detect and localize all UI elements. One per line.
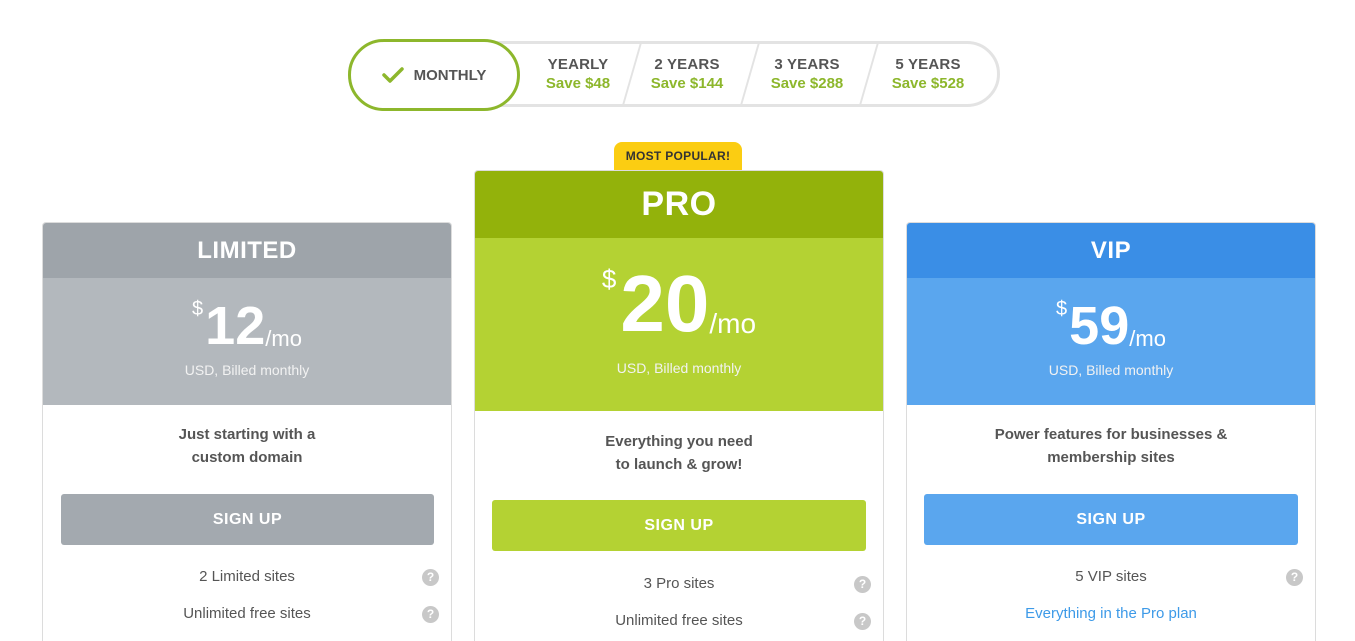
plan-price-panel: $ 59 /mo USD, Billed monthly [907, 278, 1315, 405]
billing-option-monthly[interactable]: MONTHLY [348, 39, 520, 111]
price-amount: 59 [1069, 296, 1130, 356]
price-period: /mo [1129, 326, 1166, 351]
billing-option-savings: Save $288 [770, 75, 844, 92]
help-icon[interactable]: ? [854, 576, 871, 593]
plan-name: VIP [907, 223, 1315, 278]
billing-option-label: YEARLY [547, 56, 609, 73]
price-row: $ 12 /mo [43, 278, 451, 356]
price-amount: 12 [205, 296, 266, 356]
plan-description-line: Just starting with a [178, 426, 316, 443]
feature-label: 2 Limited sites [199, 568, 295, 585]
price-amount: 20 [620, 259, 710, 348]
feature-label: Unlimited free sites [183, 605, 311, 622]
plan-description: Just starting with a custom domain [43, 423, 451, 469]
plan-description: Power features for businesses & membersh… [907, 423, 1315, 469]
plan-description-line: Power features for businesses & [994, 426, 1228, 443]
plan-description-line: custom domain [191, 449, 303, 466]
currency-symbol: $ [192, 298, 204, 320]
billing-option-label: 2 YEARS [654, 56, 720, 73]
billing-option-5-years[interactable]: 5 YEARS Save $528 [870, 44, 986, 104]
plan-name: LIMITED [43, 223, 451, 278]
feature-item: Everything in the Pro plan [907, 605, 1315, 622]
billing-note: USD, Billed monthly [184, 362, 310, 378]
plan-price-panel: $ 20 /mo USD, Billed monthly [475, 238, 883, 411]
plan-card-pro: PRO $ 20 /mo USD, Billed monthly Everyth… [474, 170, 884, 641]
billing-option-savings: Save $144 [650, 75, 724, 92]
feature-label: 3 Pro sites [643, 575, 715, 592]
price-period: /mo [265, 326, 302, 351]
feature-item: 2 Limited sites [43, 568, 451, 585]
price-row: $ 20 /mo [475, 238, 883, 348]
billing-option-label: 3 YEARS [774, 56, 840, 73]
check-icon [381, 67, 404, 83]
plan-card-vip: VIP $ 59 /mo USD, Billed monthly Power f… [906, 222, 1316, 641]
feature-item: Unlimited free sites [43, 605, 451, 622]
plan-card-limited: LIMITED $ 12 /mo USD, Billed monthly Jus… [42, 222, 452, 641]
feature-link[interactable]: Everything in the Pro plan [1025, 605, 1197, 622]
billing-option-label: 5 YEARS [895, 56, 961, 73]
help-icon[interactable]: ? [422, 606, 439, 623]
billing-option-3-years[interactable]: 3 YEARS Save $288 [751, 44, 863, 104]
price-row: $ 59 /mo [907, 278, 1315, 356]
feature-item: 3 Pro sites [475, 575, 883, 592]
billing-option-label: MONTHLY [413, 66, 487, 84]
plan-description-line: membership sites [1047, 449, 1175, 466]
billing-option-2-years[interactable]: 2 YEARS Save $144 [633, 44, 741, 104]
billing-option-yearly[interactable]: YEARLY Save $48 [523, 44, 633, 104]
billing-option-savings: Save $48 [545, 75, 611, 92]
help-icon[interactable]: ? [422, 569, 439, 586]
feature-item: Unlimited free sites [475, 612, 883, 629]
help-icon[interactable]: ? [1286, 569, 1303, 586]
feature-label: Unlimited free sites [615, 612, 743, 629]
plan-price-panel: $ 12 /mo USD, Billed monthly [43, 278, 451, 405]
help-icon[interactable]: ? [854, 613, 871, 630]
currency-symbol: $ [1056, 298, 1068, 320]
feature-label: 5 VIP sites [1075, 568, 1147, 585]
plan-description-line: Everything you need [605, 433, 753, 450]
billing-period-toggle: YEARLY Save $48 2 YEARS Save $144 3 YEAR… [348, 39, 1000, 111]
currency-symbol: $ [601, 264, 617, 294]
sign-up-button[interactable]: SIGN UP [61, 494, 434, 545]
billing-note: USD, Billed monthly [1048, 362, 1174, 378]
sign-up-button[interactable]: SIGN UP [492, 500, 866, 551]
billing-option-savings: Save $528 [891, 75, 965, 92]
plan-description-line: to launch & grow! [615, 456, 743, 473]
plan-description: Everything you need to launch & grow! [475, 430, 883, 476]
plan-name: PRO [475, 171, 883, 238]
most-popular-badge: MOST POPULAR! [614, 142, 742, 170]
price-period: /mo [709, 308, 757, 339]
sign-up-button[interactable]: SIGN UP [924, 494, 1298, 545]
feature-item: 5 VIP sites [907, 568, 1315, 585]
billing-note: USD, Billed monthly [616, 360, 742, 376]
